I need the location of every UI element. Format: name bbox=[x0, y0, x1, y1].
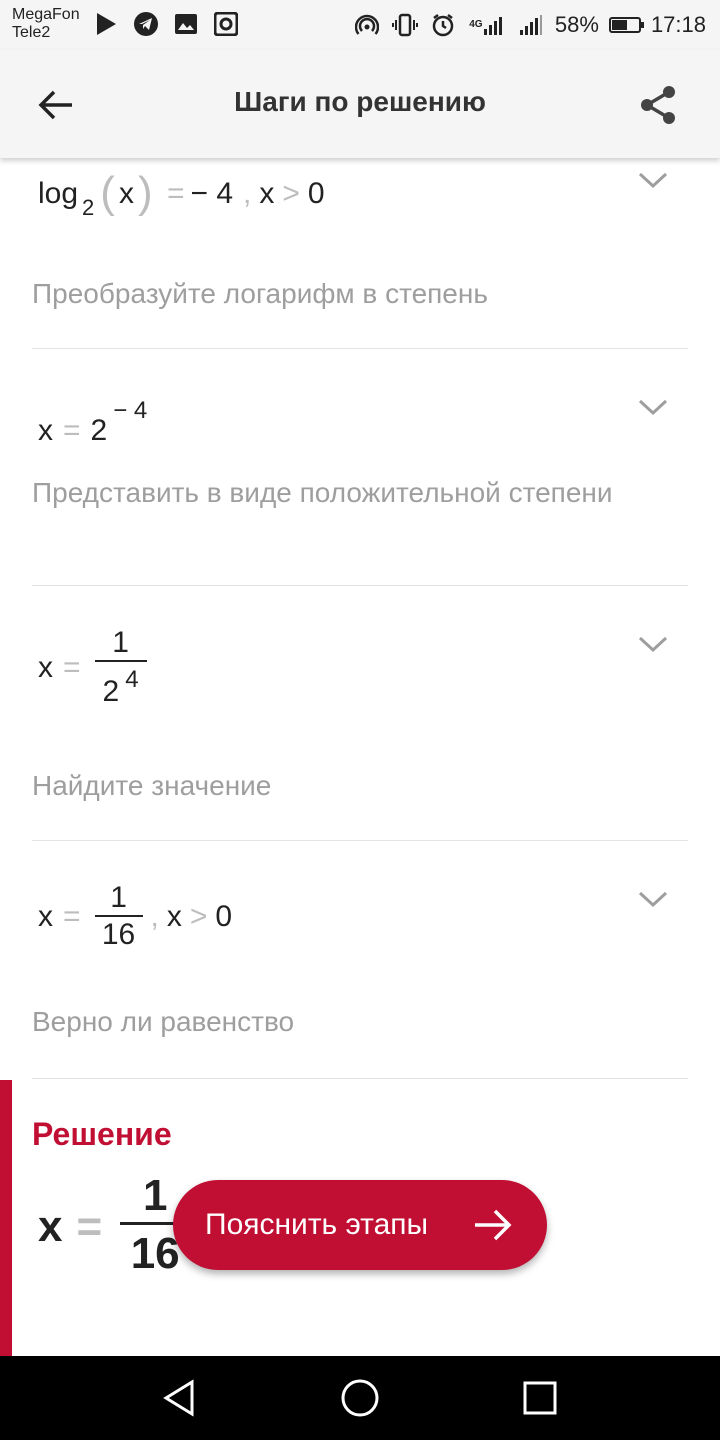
den-exponent: 4 bbox=[125, 666, 139, 693]
solution-steps: log 2(x) = − 4, x >0 Преобразуйте логарифм в… bbox=[0, 158, 720, 1356]
network-type: 4G bbox=[469, 19, 483, 30]
explain-steps-label: Пояснить этапы bbox=[205, 1208, 429, 1241]
gallery-icon bbox=[172, 10, 200, 38]
share-button[interactable] bbox=[630, 80, 686, 130]
variable: x bbox=[166, 900, 182, 933]
step-math: x = 1 24 bbox=[38, 626, 151, 710]
variable: x bbox=[38, 414, 53, 447]
play-icon bbox=[92, 10, 120, 38]
share-icon bbox=[641, 86, 675, 124]
chevron-down-icon[interactable] bbox=[638, 170, 668, 190]
status-bar: MegaFon Tele2 4G 58% 17:18 bbox=[0, 0, 720, 50]
step-math: x = 1 16 , x >0 bbox=[38, 881, 232, 953]
carrier-2: Tele2 bbox=[12, 24, 51, 41]
variable: x bbox=[38, 1201, 63, 1251]
rhs: − 4 bbox=[190, 177, 234, 210]
recent-apps-square-icon[interactable] bbox=[520, 1378, 560, 1418]
fraction: 1 16 bbox=[94, 881, 143, 953]
power-exponent: − 4 bbox=[113, 397, 148, 424]
explain-steps-button[interactable]: Пояснить этапы bbox=[173, 1180, 547, 1270]
step-2[interactable]: x = 2− 4 Представить в виде положительной … bbox=[32, 349, 688, 586]
fraction-denominator: 24 bbox=[103, 662, 139, 710]
step-description: Найдите значение bbox=[32, 770, 272, 801]
telegram-icon bbox=[132, 10, 160, 38]
home-circle-icon[interactable] bbox=[340, 1378, 380, 1418]
carrier-names: MegaFon Tele2 bbox=[12, 6, 80, 42]
equals-sign: = bbox=[63, 900, 81, 933]
step-math: x = 2− 4 bbox=[38, 397, 147, 448]
power-base: 2 bbox=[90, 414, 108, 447]
app-bar: Шаги по решению bbox=[0, 50, 720, 158]
battery-percent: 58% bbox=[554, 12, 599, 37]
alarm-icon bbox=[429, 11, 457, 39]
log-text: log bbox=[38, 177, 79, 210]
paren-right: ) bbox=[137, 168, 153, 217]
screen-record-icon bbox=[212, 10, 240, 38]
step-3[interactable]: x = 1 24 Найдите значение bbox=[32, 586, 688, 841]
chevron-down-icon[interactable] bbox=[638, 634, 668, 654]
solution-accent-bar bbox=[0, 1080, 12, 1356]
step-description: Представить в виде положительной степени bbox=[32, 477, 613, 508]
fraction-numerator: 1 bbox=[112, 626, 129, 659]
paren-left: ( bbox=[100, 168, 115, 217]
zero: 0 bbox=[307, 177, 325, 210]
equals-sign: = bbox=[63, 414, 81, 447]
chevron-down-icon[interactable] bbox=[638, 889, 668, 909]
solution-title: Решение bbox=[32, 1116, 172, 1152]
greater-sign: > bbox=[189, 900, 208, 933]
fraction-numerator: 1 bbox=[142, 1171, 168, 1220]
log-arg: x bbox=[118, 177, 134, 210]
variable: x bbox=[38, 651, 53, 684]
vibrate-icon bbox=[391, 11, 419, 39]
clock: 17:18 bbox=[650, 12, 706, 37]
zero: 0 bbox=[215, 900, 233, 933]
comma: , bbox=[150, 900, 159, 933]
hotspot-icon bbox=[353, 11, 381, 39]
fraction-denominator: 16 bbox=[130, 1229, 180, 1278]
navigation-bar bbox=[0, 1356, 720, 1440]
equals-sign: = bbox=[76, 1201, 103, 1251]
greater-sign: > bbox=[282, 177, 300, 210]
fraction-denominator: 16 bbox=[101, 918, 136, 951]
equals-sign: = bbox=[63, 651, 81, 684]
step-4[interactable]: x = 1 16 , x >0 Верно ли равенство bbox=[32, 841, 688, 1079]
back-triangle-icon[interactable] bbox=[160, 1378, 200, 1418]
step-1[interactable]: log 2(x) = − 4, x >0 Преобразуйте логарифм в… bbox=[32, 158, 688, 349]
battery-icon bbox=[608, 17, 644, 33]
signal-icon bbox=[517, 11, 545, 39]
log-base: 2 bbox=[82, 195, 95, 220]
notification-icons bbox=[92, 10, 240, 38]
solution-math: x = 1 16 bbox=[38, 1170, 194, 1283]
comma: , bbox=[243, 177, 252, 210]
system-icons: 4G 58% 17:18 bbox=[353, 11, 706, 39]
fraction: 1 24 bbox=[94, 626, 147, 710]
page-title: Шаги по решению bbox=[234, 86, 486, 117]
variable: x bbox=[38, 900, 53, 933]
variable: x bbox=[259, 177, 275, 210]
battery-fill bbox=[611, 20, 628, 30]
step-description: Преобразуйте логарифм в степень bbox=[32, 278, 488, 309]
chevron-down-icon[interactable] bbox=[638, 397, 668, 417]
arrow-right-icon bbox=[475, 1209, 512, 1241]
step-description: Верно ли равенство bbox=[32, 1006, 295, 1037]
carrier-1: MegaFon bbox=[12, 6, 80, 23]
equals-sign: = bbox=[166, 177, 185, 210]
step-math: log 2(x) = − 4, x >0 bbox=[38, 168, 325, 221]
signal-4g-icon: 4G bbox=[467, 11, 507, 39]
den-base: 2 bbox=[102, 675, 120, 708]
fraction-numerator: 1 bbox=[110, 881, 127, 914]
